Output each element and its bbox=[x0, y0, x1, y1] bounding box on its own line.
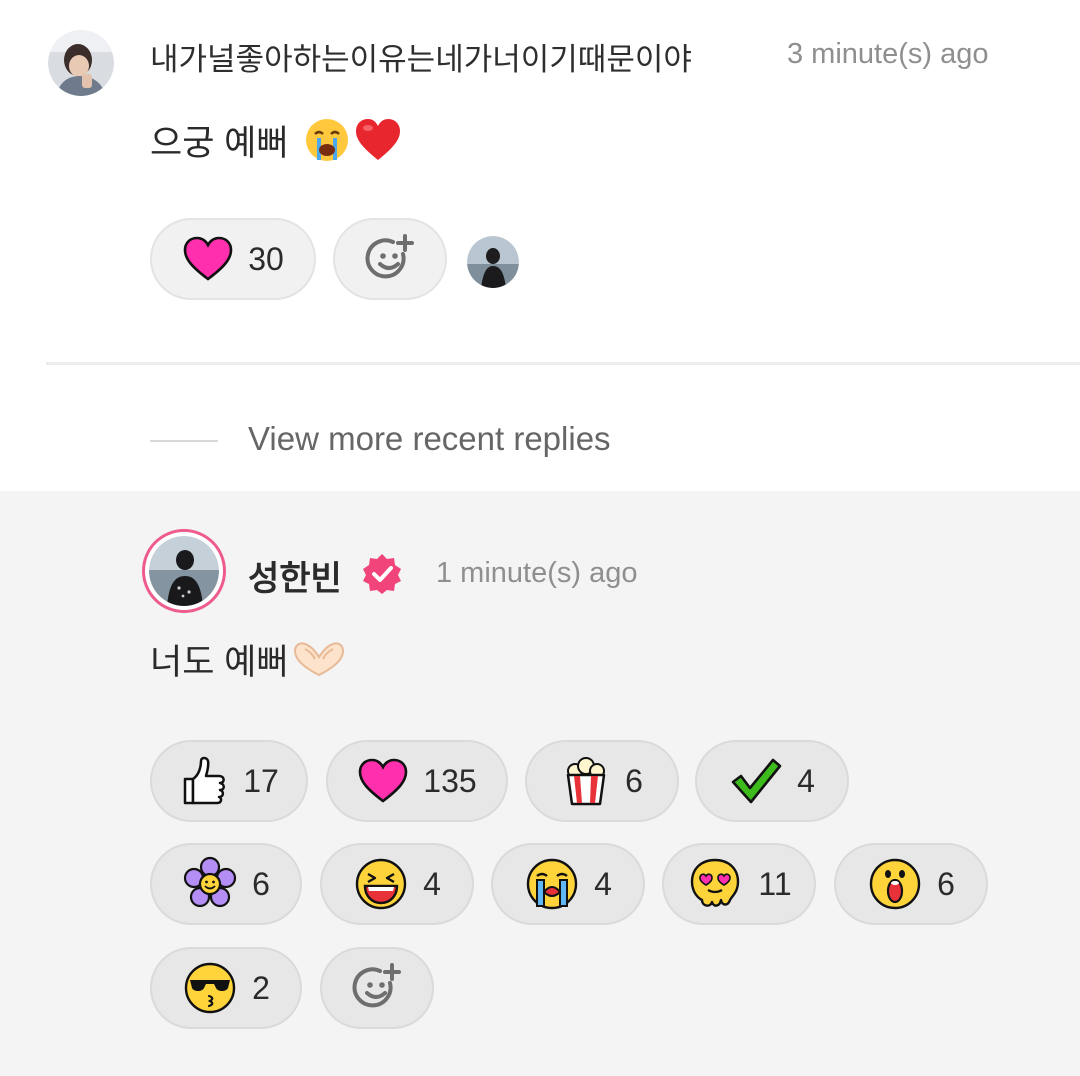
surprised-face-icon bbox=[869, 858, 921, 910]
verified-badge-icon bbox=[363, 554, 401, 594]
reply-text-label: 너도 예뻐 bbox=[150, 642, 289, 682]
comment-text: 으궁 예뻐 bbox=[150, 114, 403, 166]
reaction-cool-kiss-chip[interactable]: 2 bbox=[150, 947, 302, 1029]
reaction-surprised-chip[interactable]: 6 bbox=[834, 843, 988, 925]
section-divider bbox=[46, 362, 1080, 365]
reaction-count: 6 bbox=[625, 762, 643, 799]
reaction-count: 4 bbox=[423, 865, 441, 902]
reaction-count: 135 bbox=[423, 762, 477, 799]
add-reaction-icon bbox=[365, 234, 414, 279]
reaction-check-chip[interactable]: 4 bbox=[695, 740, 849, 822]
reaction-count: 17 bbox=[243, 762, 279, 799]
reaction-heart-chip[interactable]: 135 bbox=[326, 740, 508, 822]
cool-kiss-face-icon bbox=[184, 962, 236, 1014]
flower-icon bbox=[183, 856, 237, 908]
crying-face-icon bbox=[526, 858, 578, 910]
loudly-crying-face-icon bbox=[305, 119, 348, 161]
reply-avatar bbox=[149, 536, 219, 606]
reaction-count: 4 bbox=[797, 762, 815, 799]
reaction-thumbs-up-chip[interactable]: 17 bbox=[150, 740, 308, 822]
artist-reacted-avatar[interactable] bbox=[467, 236, 519, 288]
reply-timestamp: 1 minute(s) ago bbox=[436, 557, 638, 589]
reaction-laughing-chip[interactable]: 4 bbox=[320, 843, 474, 925]
laughing-face-icon bbox=[355, 858, 407, 910]
thumbs-up-icon bbox=[183, 756, 226, 805]
reaction-melting-chip[interactable]: 11 bbox=[662, 843, 816, 925]
reaction-count: 4 bbox=[594, 865, 612, 902]
add-reaction-button[interactable] bbox=[320, 947, 434, 1029]
reaction-count: 11 bbox=[758, 865, 792, 902]
reaction-count: 2 bbox=[252, 969, 270, 1006]
checkmark-icon bbox=[731, 758, 782, 804]
reaction-flower-chip[interactable]: 6 bbox=[150, 843, 302, 925]
artist-reply: 성한빈 1 minute(s) ago 너도 예뻐 17 135 6 4 6 4… bbox=[0, 491, 1080, 1076]
commenter-avatar[interactable] bbox=[48, 30, 114, 96]
reaction-count: 6 bbox=[937, 865, 955, 902]
comment-timestamp: 3 minute(s) ago bbox=[787, 38, 989, 70]
reaction-heart-chip[interactable]: 30 bbox=[150, 218, 316, 300]
view-more-replies-link[interactable]: View more recent replies bbox=[248, 420, 611, 458]
add-reaction-button[interactable] bbox=[333, 218, 447, 300]
red-heart-icon bbox=[355, 119, 400, 160]
reply-text: 너도 예뻐 bbox=[150, 633, 347, 685]
reaction-count: 6 bbox=[252, 865, 270, 902]
popcorn-icon bbox=[566, 757, 606, 806]
add-reaction-icon bbox=[352, 963, 401, 1008]
artist-username[interactable]: 성한빈 bbox=[248, 551, 342, 600]
reply-avatar-ring[interactable] bbox=[142, 529, 226, 613]
comment-text-label: 으궁 예뻐 bbox=[150, 123, 289, 163]
reaction-popcorn-chip[interactable]: 6 bbox=[525, 740, 679, 822]
reaction-count: 30 bbox=[248, 240, 284, 277]
pink-heart-icon bbox=[183, 236, 233, 281]
reaction-crying-chip[interactable]: 4 bbox=[491, 843, 645, 925]
melting-heart-eyes-icon bbox=[691, 858, 740, 907]
commenter-username[interactable]: 내가널좋아하는이유는네가너이기때문이야 bbox=[150, 34, 692, 79]
view-more-line bbox=[150, 440, 218, 442]
heart-hands-icon bbox=[293, 642, 344, 677]
pink-heart-icon bbox=[358, 758, 408, 803]
